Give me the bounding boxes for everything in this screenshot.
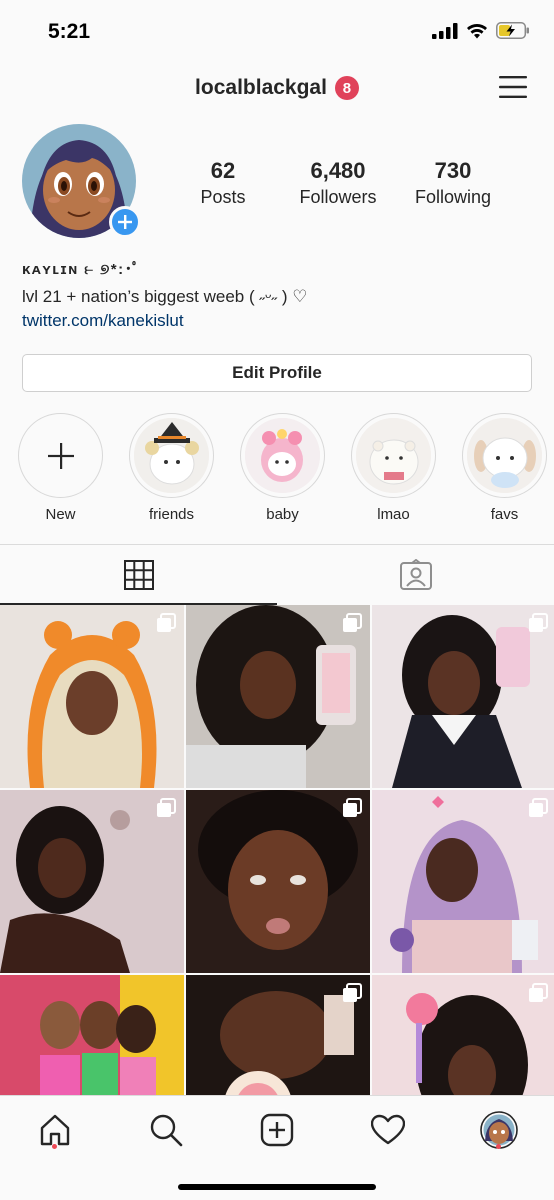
highlight-cover (134, 418, 209, 493)
signal-icon (432, 22, 458, 39)
highlight-circle[interactable] (240, 413, 325, 498)
bio-link[interactable]: twitter.com/kanekislut (22, 311, 542, 331)
edit-profile-button[interactable]: Edit Profile (22, 354, 532, 392)
highlight-circle[interactable] (462, 413, 547, 498)
menu-button[interactable] (498, 74, 528, 100)
bio-text: lvl 21 + nation’s biggest weeb ( ˶ᵕ˶ ) ♡ (22, 287, 308, 306)
profile-avatar-container[interactable] (22, 124, 141, 240)
nav-activity[interactable] (368, 1110, 408, 1150)
tab-tagged[interactable] (277, 545, 554, 604)
nav-home-dot (52, 1144, 57, 1149)
stat-label: Followers (299, 187, 377, 207)
highlight-friends[interactable]: friends (129, 413, 214, 525)
post-grid (0, 605, 554, 1095)
multiple-posts-icon (343, 798, 362, 817)
highlight-cover (245, 418, 320, 493)
post-thumbnail[interactable] (372, 975, 554, 1095)
profile-header: localblackgal 8 (0, 66, 554, 114)
stat-followers[interactable]: 6,480 Followers (283, 158, 393, 208)
stat-value: 6,480 (310, 158, 366, 183)
story-highlights: New friends baby lmao favs (18, 413, 554, 525)
profile-bio: ᴋᴀʏʟɪɴ ⥼ ୭*:･ﾟ lvl 21 + nation’s biggest… (22, 258, 542, 331)
grid-icon (123, 559, 154, 590)
multiple-posts-icon (529, 613, 548, 632)
multiple-posts-icon (343, 983, 362, 1002)
profile-stats: 62 Posts 6,480 Followers 730 Following (168, 158, 508, 208)
stat-following[interactable]: 730 Following (398, 158, 508, 208)
status-time: 5:21 (48, 20, 91, 43)
highlight-cover (467, 418, 542, 493)
bottom-navigation (0, 1095, 554, 1200)
multiple-posts-icon (529, 798, 548, 817)
multiple-posts-icon (157, 798, 176, 817)
stat-value: 62 (210, 158, 236, 183)
post-thumbnail[interactable] (372, 790, 554, 973)
plus-icon (118, 215, 132, 229)
multiple-posts-icon (157, 613, 176, 632)
search-icon (150, 1114, 183, 1147)
tagged-icon (399, 558, 432, 590)
highlight-label: lmao (377, 506, 410, 523)
multiple-posts-icon (343, 613, 362, 632)
post-thumbnail[interactable] (0, 975, 184, 1095)
username[interactable]: localblackgal (195, 76, 327, 100)
display-name: ᴋᴀʏʟɪɴ ⥼ ୭*:･ﾟ (22, 261, 142, 278)
home-indicator (178, 1184, 376, 1190)
stat-label: Posts (200, 187, 246, 207)
new-post-icon (260, 1113, 294, 1147)
tab-grid[interactable] (0, 545, 277, 605)
status-bar: 5:21 (0, 0, 554, 66)
plus-icon (47, 442, 74, 469)
highlight-label: friends (148, 506, 195, 523)
username-switcher[interactable]: localblackgal 8 (0, 76, 554, 100)
multiple-posts-icon (529, 983, 548, 1002)
status-icons (432, 22, 530, 39)
post-thumbnail[interactable] (186, 605, 370, 788)
nav-profile-dot (496, 1144, 501, 1149)
activity-heart-icon (371, 1114, 405, 1145)
stat-posts[interactable]: 62 Posts (168, 158, 278, 208)
profile-tabs (0, 544, 554, 605)
post-thumbnail[interactable] (372, 605, 554, 788)
hamburger-menu-icon (499, 76, 527, 98)
home-icon (40, 1114, 70, 1146)
nav-search[interactable] (146, 1110, 186, 1150)
notification-badge: 8 (334, 76, 359, 100)
wifi-icon (467, 23, 487, 38)
highlight-baby[interactable]: baby (240, 413, 325, 525)
highlight-label: baby (266, 506, 299, 523)
stat-value: 730 (434, 158, 472, 183)
highlight-lmao[interactable]: lmao (351, 413, 436, 525)
nav-new-post[interactable] (257, 1110, 297, 1150)
highlight-circle[interactable] (351, 413, 436, 498)
battery-charging-icon (496, 22, 529, 39)
highlight-favs[interactable]: favs (462, 413, 547, 525)
highlight-cover (356, 418, 431, 493)
highlight-circle[interactable] (129, 413, 214, 498)
post-thumbnail[interactable] (0, 605, 184, 788)
highlight-label: favs (490, 506, 519, 523)
stat-label: Following (414, 187, 492, 207)
post-thumbnail[interactable] (186, 790, 370, 973)
highlight-circle[interactable] (18, 413, 103, 498)
post-thumbnail[interactable] (0, 790, 184, 973)
highlight-label: New (45, 506, 76, 523)
add-story-button[interactable] (109, 206, 141, 238)
highlight-new[interactable]: New (18, 413, 103, 525)
post-thumbnail[interactable] (186, 975, 370, 1095)
